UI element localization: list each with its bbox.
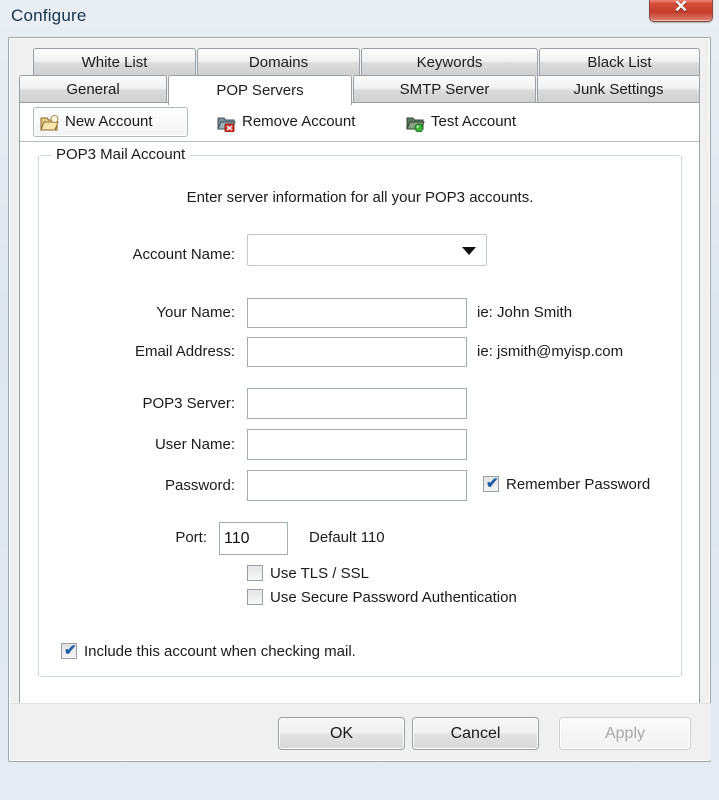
include-account-checkbox[interactable]: ✔ [61,642,77,659]
test-account-button[interactable]: Test Account [399,107,549,137]
use-spa-checkbox[interactable] [247,589,263,605]
use-tls-ssl-checkbox[interactable] [247,565,263,581]
ok-button[interactable]: OK [278,717,405,750]
checkmark-icon: ✔ [486,475,499,492]
dialog-button-bar: OK Cancel Apply [10,703,711,760]
tab-keywords[interactable]: Keywords [361,48,538,76]
tab-junk-settings[interactable]: Junk Settings [537,75,700,103]
tab-smtp-server[interactable]: SMTP Server [353,75,536,103]
remember-password-checkbox[interactable]: ✔ [483,475,499,492]
your-name-hint: ie: John Smith [477,304,573,321]
email-address-hint: ie: jsmith@myisp.com [477,343,624,360]
test-account-label: Test Account [431,113,517,130]
tab-black-list[interactable]: Black List [539,48,700,76]
pop3-mail-account-groupbox: POP3 Mail Account Enter server informati… [38,146,682,677]
account-name-combo[interactable] [247,234,487,266]
tab-junk-settings-label: Junk Settings [573,81,664,98]
user-name-label: User Name: [154,436,235,453]
tab-white-list[interactable]: White List [33,48,196,76]
close-button[interactable]: ✕ [649,0,713,22]
tab-page-pop-servers: New Account Remove Account Test Account … [19,102,700,716]
title-bar: Configure ✕ [0,0,719,35]
include-account-label: Include this account when checking mail. [84,643,356,660]
folder-delete-icon [217,114,236,133]
cancel-button[interactable]: Cancel [412,717,539,750]
port-input[interactable] [219,522,288,555]
remove-account-button[interactable]: Remove Account [210,107,393,137]
checkmark-icon: ✔ [64,642,77,659]
close-icon: ✕ [673,0,689,16]
use-spa-label: Use Secure Password Authentication [270,589,517,606]
tab-row-top: White List Domains Keywords Black List [19,48,700,76]
your-name-input[interactable] [247,298,467,328]
tab-keywords-label: Keywords [416,54,483,71]
port-hint: Default 110 [309,529,385,546]
user-name-input[interactable] [247,429,467,460]
tab-white-list-label: White List [81,54,148,71]
account-toolbar: New Account Remove Account Test Account [20,103,699,142]
chevron-down-icon [462,247,476,255]
window-title: Configure [11,6,87,25]
your-name-label: Your Name: [156,304,235,321]
email-address-label: Email Address: [134,343,235,360]
password-input[interactable] [247,470,467,501]
folder-check-icon [406,114,425,133]
apply-button-label: Apply [604,725,646,742]
use-tls-ssl-label: Use TLS / SSL [270,565,369,582]
tab-black-list-label: Black List [587,54,652,71]
tab-pop-servers[interactable]: POP Servers [168,75,352,105]
dialog-client-area: White List Domains Keywords Black List G… [8,37,711,762]
tab-smtp-server-label: SMTP Server [399,81,490,98]
account-name-label: Account Name: [132,246,235,263]
email-address-input[interactable] [247,337,467,367]
port-label: Port: [175,529,207,546]
tab-row-bottom: General POP Servers SMTP Server Junk Set… [19,75,700,105]
new-account-button[interactable]: New Account [33,107,188,137]
tab-domains[interactable]: Domains [197,48,360,76]
tab-general-label: General [66,81,120,98]
folder-new-icon [40,114,59,131]
password-label: Password: [164,477,235,494]
apply-button[interactable]: Apply [559,717,691,750]
tab-control: White List Domains Keywords Black List G… [19,48,700,716]
pop3-server-input[interactable] [247,388,467,419]
groupbox-legend: POP3 Mail Account [51,146,191,163]
remember-password-label: Remember Password [506,476,651,493]
tab-domains-label: Domains [248,54,309,71]
tab-general[interactable]: General [19,75,167,103]
pop3-server-label: POP3 Server: [142,395,235,412]
remove-account-label: Remove Account [242,113,356,130]
new-account-label: New Account [65,113,153,130]
ok-button-label: OK [329,725,354,742]
configure-dialog-window: Configure ✕ White List Domains Keywords … [0,0,719,800]
cancel-button-label: Cancel [450,725,501,742]
tab-pop-servers-label: POP Servers [216,82,304,99]
intro-text: Enter server information for all your PO… [186,189,534,206]
